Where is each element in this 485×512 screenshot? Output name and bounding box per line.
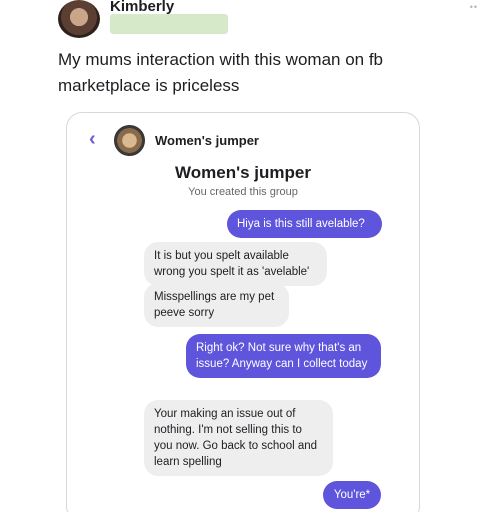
group-subtitle: You created this group: [188, 186, 298, 198]
post-meta-redacted: [110, 14, 228, 34]
author-name[interactable]: Kimberly: [110, 0, 174, 15]
message-bubble-received[interactable]: It is but you spelt available wrong you …: [144, 242, 327, 286]
message-bubble-sent[interactable]: Right ok? Not sure why that's an issue? …: [186, 334, 381, 378]
post-header: Kimberly ••: [58, 0, 478, 40]
group-avatar[interactable]: [114, 125, 145, 156]
message-bubble-sent[interactable]: Hiya is this still avelable?: [227, 210, 382, 238]
message-bubble-received[interactable]: Misspellings are my pet peeve sorry: [144, 283, 289, 327]
chat-header-name[interactable]: Women's jumper: [155, 133, 259, 148]
message-bubble-sent[interactable]: You're*: [323, 481, 381, 509]
message-bubble-received[interactable]: Your making an issue out of nothing. I'm…: [144, 400, 333, 476]
chat-screenshot: ‹ Women's jumper Women's jumper You crea…: [66, 112, 420, 512]
author-avatar[interactable]: [58, 0, 100, 38]
chevron-left-icon[interactable]: ‹: [89, 129, 96, 149]
chat-header: ‹ Women's jumper: [67, 113, 419, 167]
more-dots-icon[interactable]: ••: [470, 2, 478, 12]
post-text: My mums interaction with this woman on f…: [58, 50, 384, 95]
group-title: Women's jumper: [175, 163, 311, 182]
